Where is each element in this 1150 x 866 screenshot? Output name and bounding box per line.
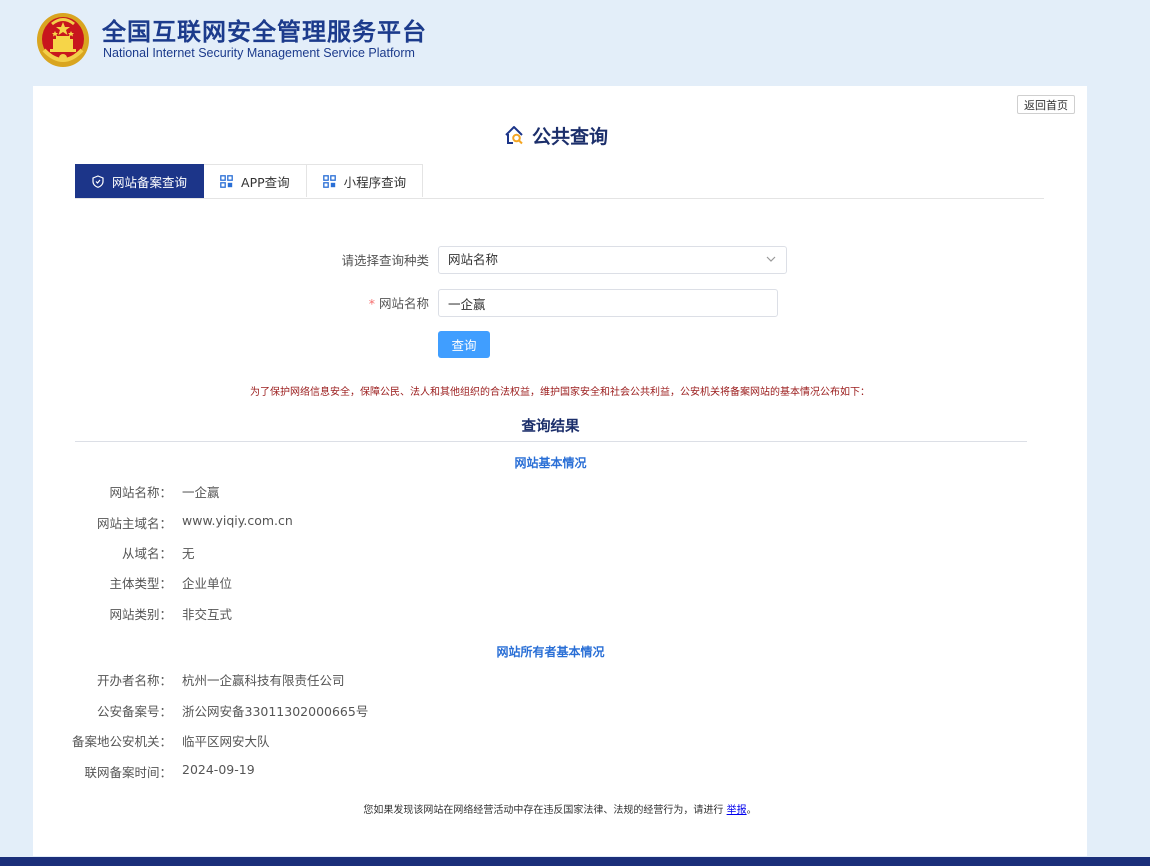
tab-mini-program[interactable]: 小程序查询: [306, 164, 424, 197]
back-home-button[interactable]: 返回首页: [1017, 95, 1075, 114]
field-label: 开办者名称：: [96, 673, 172, 688]
query-type-label: 请选择查询种类: [341, 253, 429, 268]
query-type-select[interactable]: 网站名称: [438, 246, 787, 274]
tab-label: 小程序查询: [343, 174, 407, 190]
grid-icon: [322, 174, 336, 188]
field-value: 杭州一企赢科技有限责任公司: [182, 673, 345, 688]
report-link[interactable]: 举报: [727, 805, 747, 816]
field-value: 2024-09-19: [182, 762, 255, 777]
tab-label: 网站备案查询: [112, 175, 188, 190]
owner-info-section-title: 网站所有者基本情况: [496, 645, 605, 659]
report-note-end: 。: [746, 805, 757, 816]
field-value: 一企赢: [182, 485, 220, 500]
shield-icon: [92, 175, 104, 188]
site-header: 全国互联网安全管理服务平台 National Internet Security…: [0, 0, 1150, 86]
result-divider: [75, 441, 1027, 442]
page-heading: 公共查询: [503, 122, 608, 148]
site-info-section-title: 网站基本情况: [514, 456, 587, 470]
field-value: 无: [182, 546, 195, 561]
field-label: 主体类型：: [109, 576, 172, 591]
report-note: 您如果发现该网站在网络经营活动中存在违反国家法律、法规的经营行为，请进行 举报。: [33, 801, 1087, 816]
tab-app[interactable]: APP查询: [204, 164, 307, 197]
chevron-down-icon: [766, 256, 776, 262]
national-emblem-icon: [37, 13, 89, 67]
query-type-value: 网站名称: [448, 252, 499, 267]
site-title: 全国互联网安全管理服务平台: [102, 18, 427, 46]
field-value: 非交互式: [182, 607, 233, 622]
site-subtitle: National Internet Security Management Se…: [103, 46, 415, 60]
field-label: 联网备案时间：: [84, 765, 172, 780]
field-label: 备案地公安机关：: [71, 734, 172, 749]
field-value: 浙公网安备33011302000665号: [182, 704, 369, 719]
main-card: 返回首页 公共查询 网站备案查询 APP查询 小程序查询 请选择查询种类 网站名…: [33, 86, 1087, 856]
page-title: 公共查询: [532, 125, 609, 148]
field-label: 网站名称：: [109, 485, 172, 500]
notice-text: 为了保护网络信息安全，保障公民、法人和其他组织的合法权益，维护国家安全和社会公共…: [250, 387, 870, 398]
result-title: 查询结果: [521, 419, 580, 435]
field-label: 网站主域名：: [96, 516, 172, 531]
field-value: 企业单位: [182, 576, 233, 591]
query-tabs: 网站备案查询 APP查询 小程序查询: [75, 164, 424, 198]
grid-icon: [220, 174, 233, 188]
field-label: 从域名：: [121, 546, 172, 561]
site-name-input[interactable]: [438, 289, 778, 317]
field-value: www.yiqiy.com.cn: [182, 513, 293, 528]
tab-website-filing[interactable]: 网站备案查询: [75, 164, 205, 198]
tabs-divider: [75, 198, 1044, 199]
house-search-icon: [505, 126, 523, 145]
bottom-bar: [0, 857, 1150, 866]
tab-label: APP查询: [241, 174, 290, 190]
field-label: 公安备案号：: [96, 704, 172, 719]
site-name-label-text: 网站名称: [378, 296, 429, 311]
query-button[interactable]: 查询: [438, 331, 490, 358]
field-value: 临平区网安大队: [182, 734, 270, 749]
field-label: 网站类别：: [109, 607, 172, 622]
report-note-text: 您如果发现该网站在网络经营活动中存在违反国家法律、法规的经营行为，请进行: [363, 805, 724, 816]
site-name-label: * 网站名称: [269, 293, 429, 312]
required-mark: *: [368, 296, 375, 311]
